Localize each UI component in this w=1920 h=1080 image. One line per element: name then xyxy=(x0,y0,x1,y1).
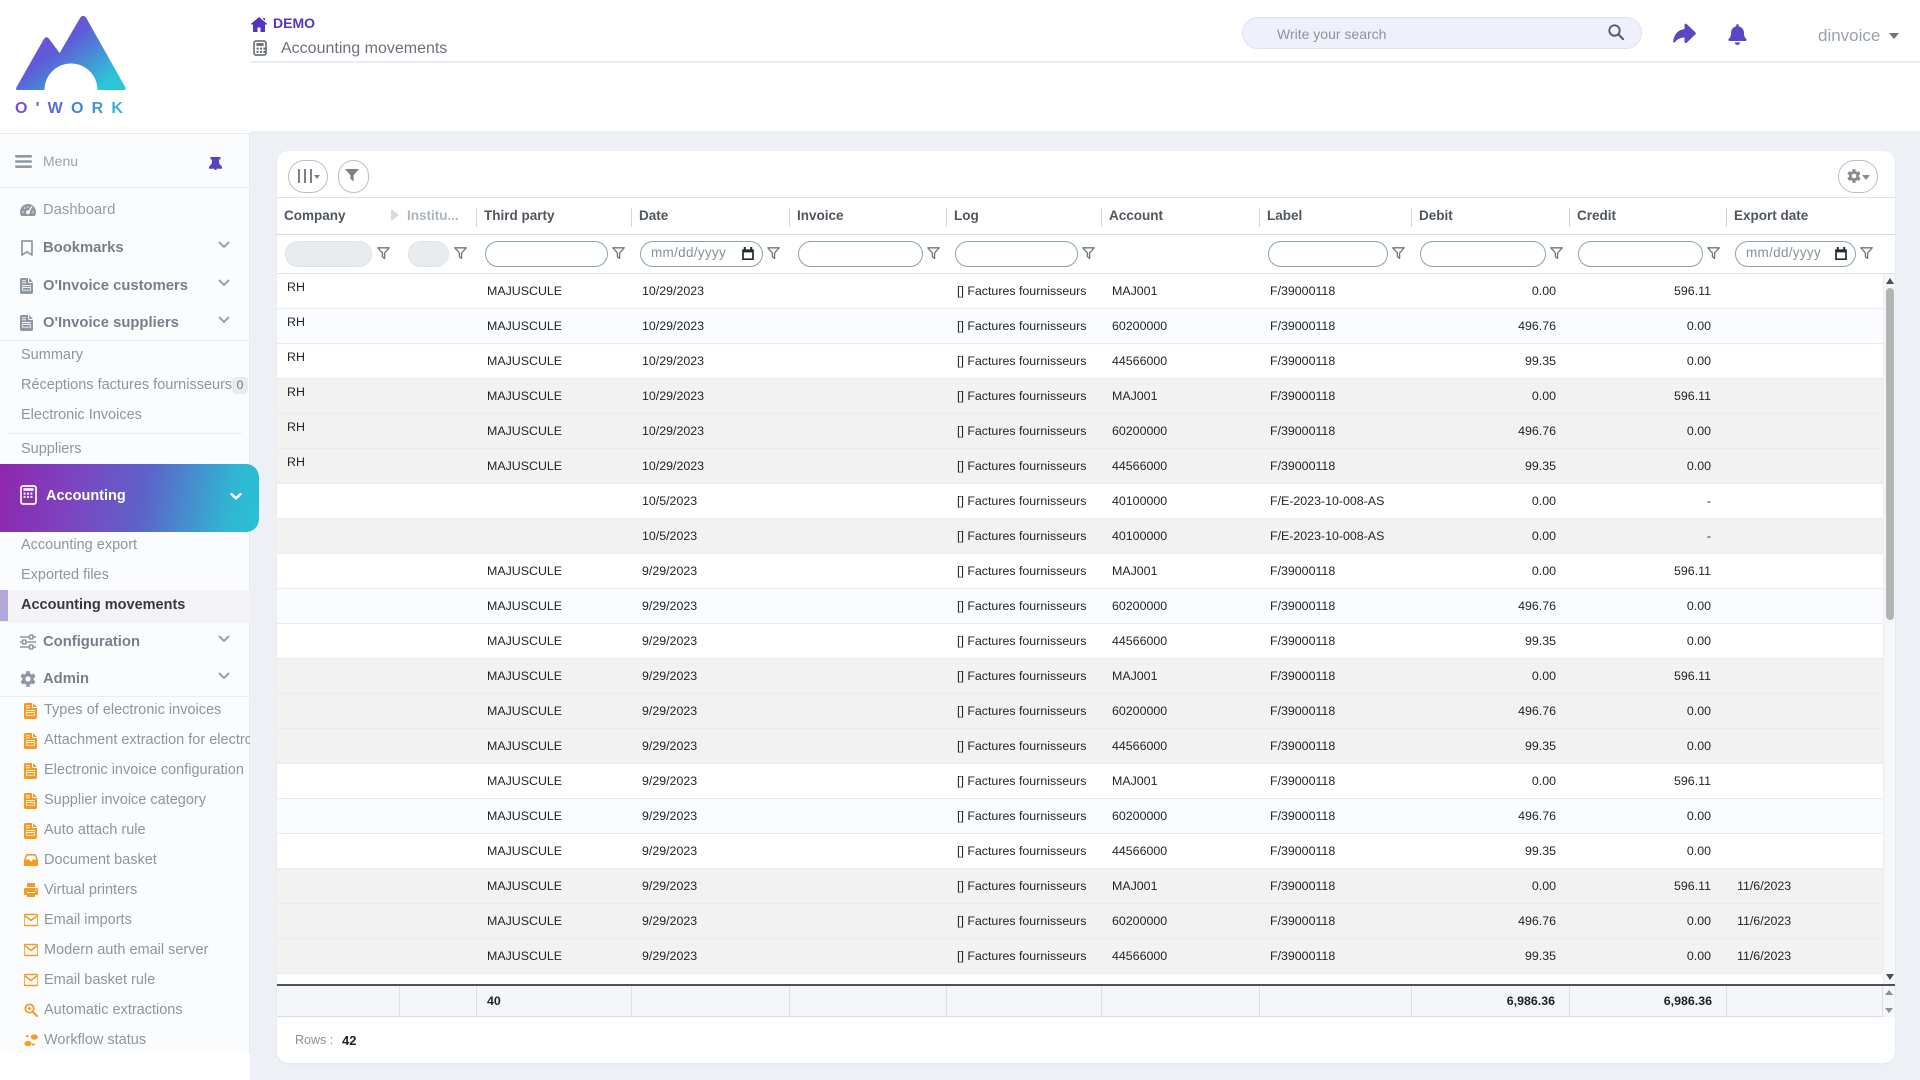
svg-text:O'WORK: O'WORK xyxy=(15,100,131,117)
